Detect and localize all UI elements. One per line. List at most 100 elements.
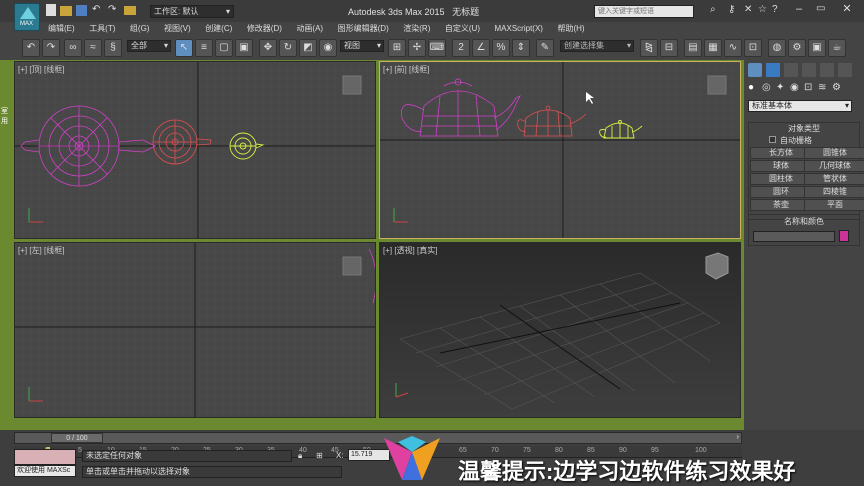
render-setup-icon[interactable]: ⚙ <box>788 39 806 57</box>
utilities-tab-icon[interactable] <box>838 63 852 77</box>
lock-selection-icon[interactable]: 🔒︎ <box>298 451 302 461</box>
workspace-select[interactable]: 工作区: 默认 ▾ <box>150 5 234 18</box>
geometry-icon[interactable]: ● <box>748 82 754 93</box>
create-tab-icon[interactable] <box>748 63 762 77</box>
percent-snap-icon[interactable]: % <box>492 39 510 57</box>
menu-rendering[interactable]: 渲染(R) <box>403 22 430 36</box>
teapot-button[interactable]: 茶壶 <box>750 199 812 211</box>
undo-icon[interactable]: ↶ <box>22 39 40 57</box>
rollout-name-color-header[interactable]: 名称和颜色 <box>749 216 859 227</box>
keyboard-shortcut-icon[interactable]: ⌨ <box>428 39 446 57</box>
tools-icon[interactable]: ✕ <box>744 4 752 15</box>
search-input[interactable] <box>594 5 694 18</box>
viewport-front[interactable]: [+] [前] [线框] <box>379 61 741 239</box>
rotate-icon[interactable]: ↻ <box>279 39 297 57</box>
minimize-button[interactable]: ‒ <box>796 3 802 15</box>
menu-view[interactable]: 视图(V) <box>164 22 191 36</box>
rect-selection-icon[interactable]: ▢ <box>215 39 233 57</box>
menu-customize[interactable]: 自定义(U) <box>445 22 480 36</box>
menu-tools[interactable]: 工具(T) <box>89 22 115 36</box>
schematic-view-icon[interactable]: ⊡ <box>744 39 762 57</box>
box-button[interactable]: 长方体 <box>750 147 812 159</box>
place-icon[interactable]: ◉ <box>319 39 337 57</box>
redo-icon[interactable]: ↷ <box>42 39 60 57</box>
viewport-label-left[interactable]: [+] [左] [线框] <box>18 245 64 256</box>
object-color-swatch[interactable] <box>839 230 849 242</box>
viewport-left[interactable]: [+] [左] [线框] <box>14 242 376 418</box>
spinner-snap-icon[interactable]: ⇕ <box>512 39 530 57</box>
manipulate-icon[interactable]: ✢ <box>408 39 426 57</box>
binoculars-icon[interactable]: ⌕ <box>710 4 716 15</box>
cylinder-button[interactable]: 圆柱体 <box>750 173 812 185</box>
menu-graph-editors[interactable]: 图形编辑器(D) <box>338 22 389 36</box>
graphite-ribbon-icon[interactable]: ▦ <box>704 39 722 57</box>
spacewarps-icon[interactable]: ≋ <box>818 82 826 93</box>
viewport-label-perspective[interactable]: [+] [透视] [真实] <box>383 245 437 256</box>
helpers-icon[interactable]: ⊡ <box>804 82 812 93</box>
systems-icon[interactable]: ⚙ <box>832 82 841 93</box>
window-crossing-icon[interactable]: ▣ <box>235 39 253 57</box>
torus-button[interactable]: 圆环 <box>750 186 812 198</box>
menu-maxscript[interactable]: MAXScript(X) <box>495 22 543 36</box>
new-file-icon[interactable] <box>46 4 56 16</box>
display-tab-icon[interactable] <box>820 63 834 77</box>
ref-coord-select[interactable]: 视图 ▾ <box>340 40 384 52</box>
bind-space-warp-icon[interactable]: § <box>104 39 122 57</box>
undo-icon[interactable]: ↶ <box>92 4 100 15</box>
sphere-button[interactable]: 球体 <box>750 160 812 172</box>
hierarchy-tab-icon[interactable] <box>784 63 798 77</box>
viewport-top[interactable]: [+] [顶] [线框] <box>14 61 376 239</box>
autogrid-checkbox[interactable]: 自动栅格 <box>769 135 859 145</box>
viewport-perspective[interactable]: [+] [透视] [真实] <box>379 242 741 418</box>
viewport-label-front[interactable]: [+] [前] [线框] <box>383 64 429 75</box>
link-icon[interactable]: ∞ <box>64 39 82 57</box>
menu-create[interactable]: 创建(C) <box>205 22 232 36</box>
close-button[interactable]: ✕ <box>836 2 858 16</box>
geosphere-button[interactable]: 几何球体 <box>804 160 864 172</box>
open-file-icon[interactable] <box>60 6 72 16</box>
mirror-icon[interactable]: ⧎ <box>640 39 658 57</box>
edit-named-selection-icon[interactable]: ✎ <box>536 39 554 57</box>
next-frame-icon[interactable]: › <box>736 432 739 441</box>
object-name-field[interactable] <box>753 231 835 242</box>
absolute-mode-icon[interactable]: ⊞ <box>316 451 323 460</box>
layer-manager-icon[interactable]: ▤ <box>684 39 702 57</box>
snap-toggle-icon[interactable]: 2 <box>452 39 470 57</box>
key-icon[interactable]: ⚷ <box>728 4 735 15</box>
time-slider-thumb[interactable]: 0 / 100 <box>51 433 103 443</box>
selection-filter-select[interactable]: 全部 ▾ <box>127 40 171 52</box>
menu-group[interactable]: 组(G) <box>130 22 150 36</box>
shapes-icon[interactable]: ◎ <box>762 82 771 93</box>
select-object-icon[interactable]: ↖ <box>175 39 193 57</box>
motion-tab-icon[interactable] <box>802 63 816 77</box>
menu-modifiers[interactable]: 修改器(D) <box>247 22 282 36</box>
select-by-name-icon[interactable]: ≡ <box>195 39 213 57</box>
viewport-label-top[interactable]: [+] [顶] [线框] <box>18 64 64 75</box>
menu-edit[interactable]: 编辑(E) <box>48 22 75 36</box>
rendered-frame-icon[interactable]: ▣ <box>808 39 826 57</box>
modify-tab-icon[interactable] <box>766 63 780 77</box>
maxscript-listener-mini[interactable] <box>14 449 76 465</box>
angle-snap-icon[interactable]: ∠ <box>472 39 490 57</box>
save-file-icon[interactable] <box>76 5 87 16</box>
unlink-icon[interactable]: ≈ <box>84 39 102 57</box>
render-teapot-icon[interactable]: ☕ <box>828 39 846 57</box>
menu-help[interactable]: 帮助(H) <box>557 22 584 36</box>
maximize-button[interactable]: ▭ <box>816 3 825 14</box>
move-icon[interactable]: ✥ <box>259 39 277 57</box>
named-selection-set-select[interactable]: 创建选择集 ▾ <box>560 40 634 52</box>
plane-button[interactable]: 平面 <box>804 199 864 211</box>
pyramid-button[interactable]: 四棱锥 <box>804 186 864 198</box>
align-icon[interactable]: ⊟ <box>660 39 678 57</box>
lights-icon[interactable]: ✦ <box>776 82 784 93</box>
geometry-type-select[interactable]: 标准基本体 ▾ <box>748 100 852 112</box>
star-icon[interactable]: ☆ <box>758 4 767 15</box>
cone-button[interactable]: 圆锥体 <box>804 147 864 159</box>
max-logo-icon[interactable]: MAX <box>14 3 40 31</box>
material-editor-icon[interactable]: ◍ <box>768 39 786 57</box>
rollout-object-type-header[interactable]: 对象类型 <box>749 123 859 135</box>
cameras-icon[interactable]: ◉ <box>790 82 799 93</box>
pivot-center-icon[interactable]: ⊞ <box>388 39 406 57</box>
redo-icon[interactable]: ↷ <box>108 4 116 15</box>
tube-button[interactable]: 管状体 <box>804 173 864 185</box>
